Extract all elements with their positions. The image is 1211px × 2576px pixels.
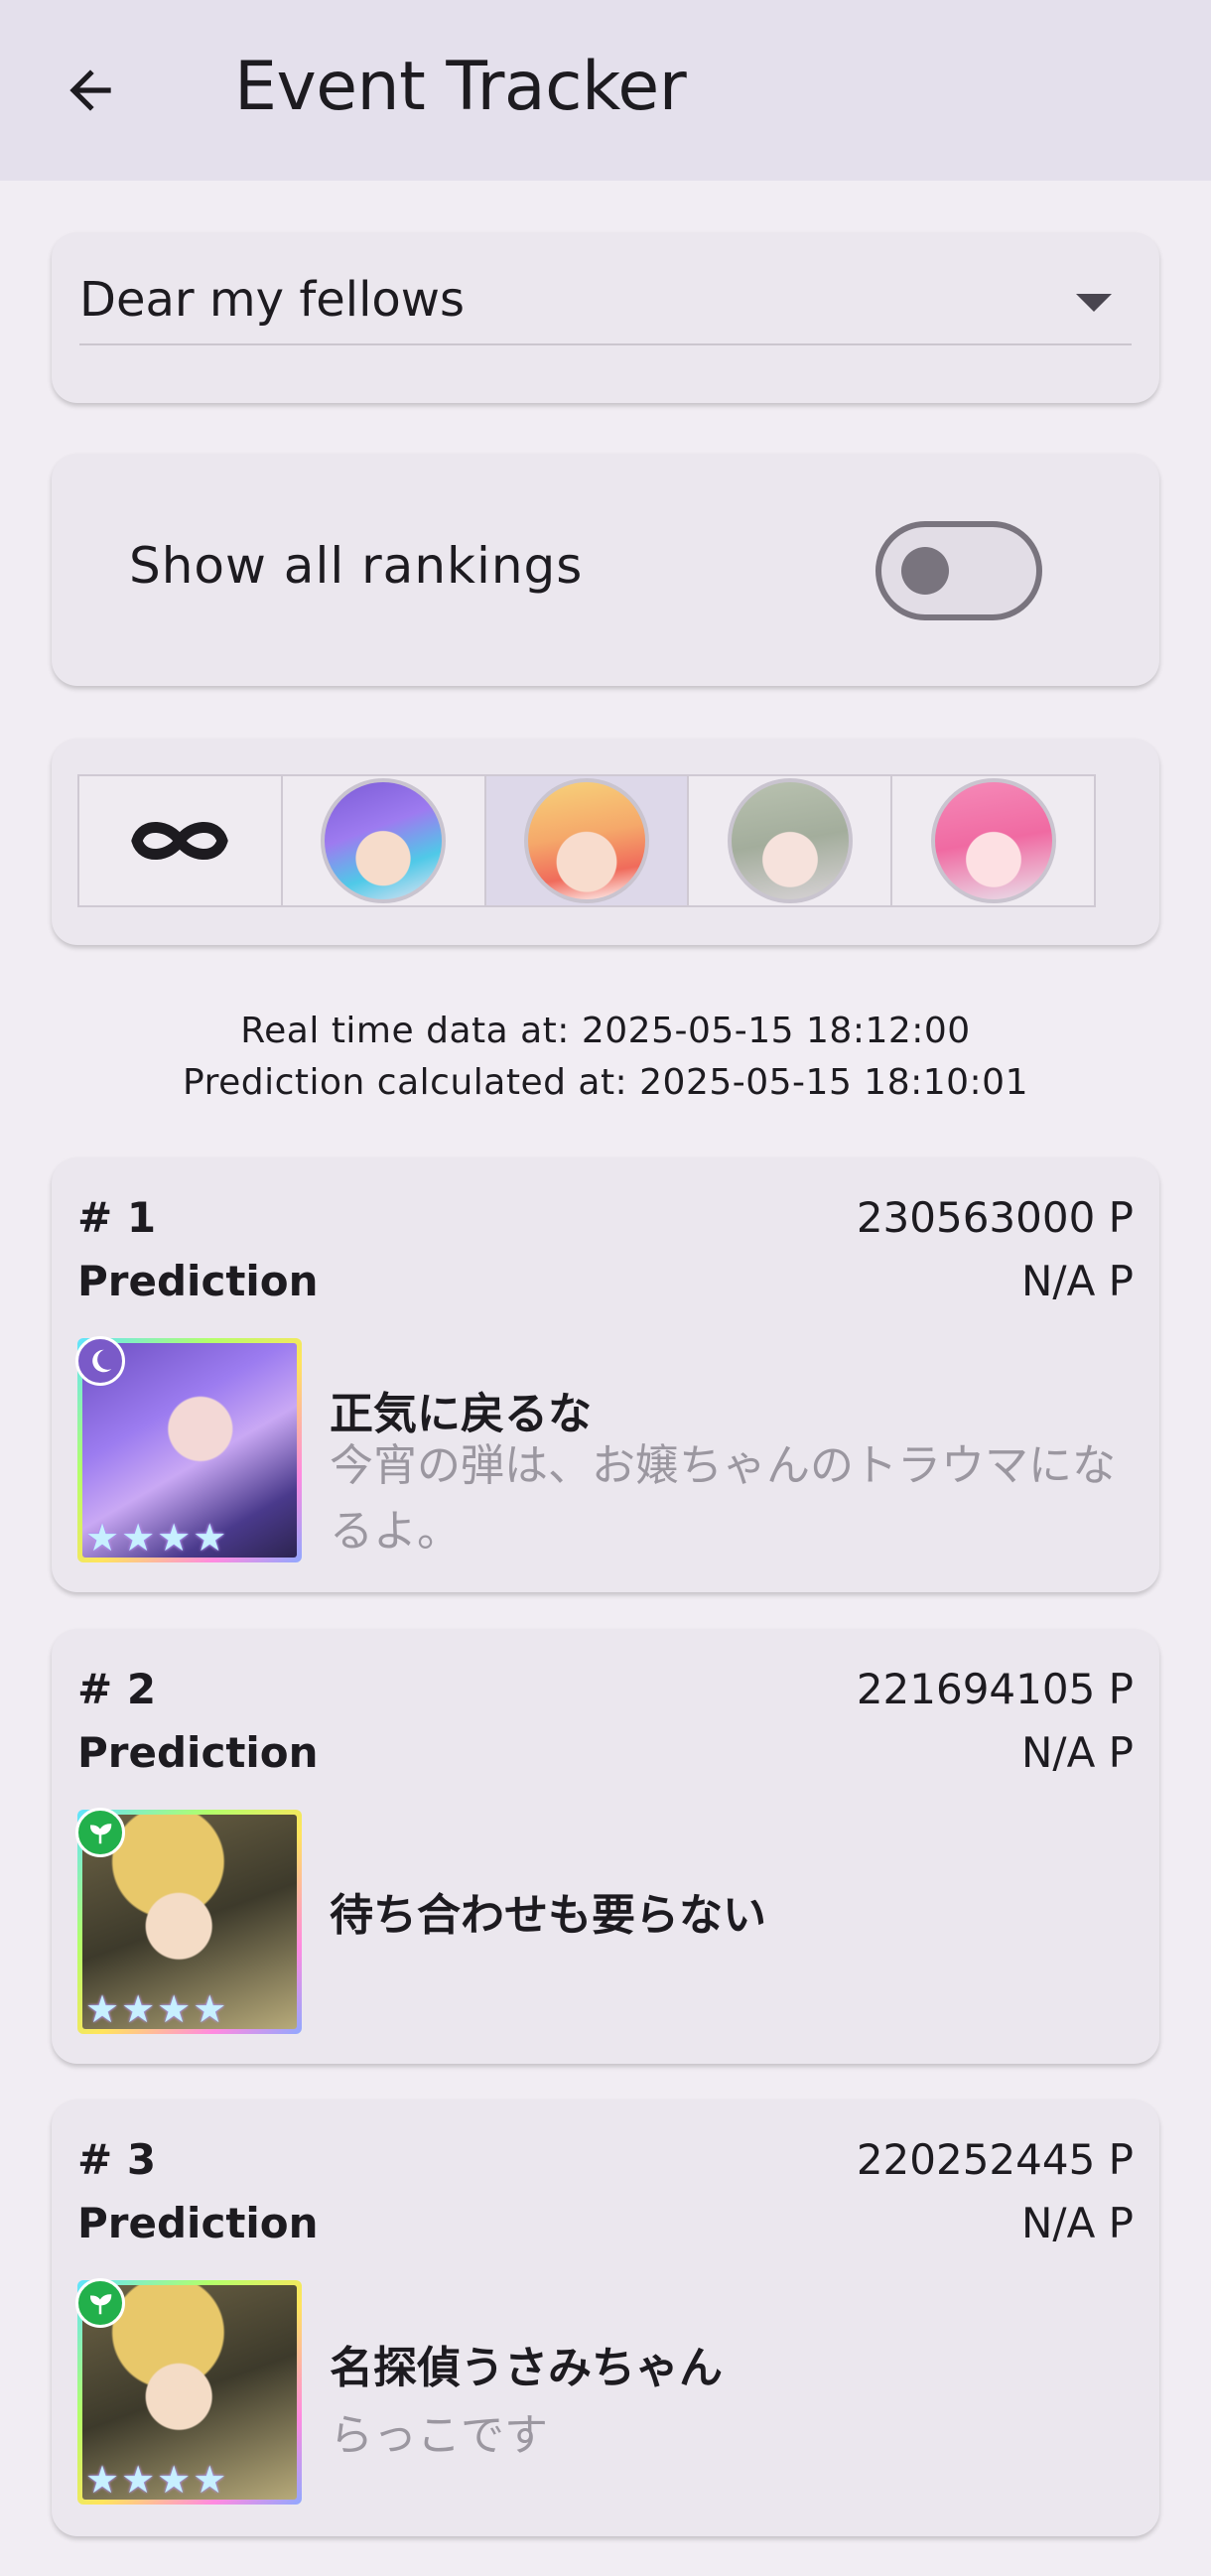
- infinity-icon: [131, 822, 229, 860]
- ranking-card[interactable]: # 3 220252445 P Prediction N/A P ★ ★ ★ ★ 名探…: [52, 2100, 1159, 2536]
- rarity-stars: ★ ★ ★ ★: [85, 1519, 226, 1557]
- star-icon: ★: [85, 1987, 120, 2031]
- card-thumbnail: ★ ★ ★ ★: [75, 1808, 302, 2034]
- ranking-card[interactable]: # 2 221694105 P Prediction N/A P ★ ★ ★ ★ 待ち…: [52, 1629, 1159, 2064]
- prediction-label: Prediction: [77, 1257, 319, 1305]
- star-icon: ★: [85, 2458, 120, 2502]
- rank-number: # 2: [77, 1665, 157, 1713]
- star-icon: ★: [121, 1516, 156, 1559]
- star-icon: ★: [193, 1987, 227, 2031]
- show-all-rankings-label: Show all rankings: [129, 537, 584, 595]
- star-icon: ★: [157, 1987, 192, 2031]
- filter-character-1[interactable]: [282, 776, 486, 905]
- prediction-value: N/A P: [1021, 2199, 1134, 2247]
- switch-knob: [901, 547, 949, 595]
- card-subtitle: 今宵の弾は、お嬢ちゃんのトラウマになるよ。: [330, 1440, 1116, 1557]
- rarity-stars: ★ ★ ★ ★: [85, 2461, 226, 2499]
- prediction-value: N/A P: [1021, 1728, 1134, 1777]
- ranking-card[interactable]: # 1 230563000 P Prediction N/A P ★ ★ ★ ★ 正気…: [52, 1157, 1159, 1592]
- filter-character-4[interactable]: [892, 776, 1094, 905]
- filter-character-3[interactable]: [689, 776, 893, 905]
- character-filter: [77, 774, 1096, 907]
- prediction-label: Prediction: [77, 2199, 319, 2247]
- rarity-stars: ★ ★ ★ ★: [85, 1990, 226, 2028]
- star-icon: ★: [193, 1516, 227, 1559]
- character-filter-card: [52, 739, 1159, 945]
- star-icon: ★: [157, 1516, 192, 1559]
- show-all-rankings-switch[interactable]: [875, 521, 1042, 620]
- prediction-label: Prediction: [77, 1728, 319, 1777]
- filter-all[interactable]: [79, 776, 283, 905]
- rank-number: # 1: [77, 1193, 157, 1242]
- prediction-timestamp: Prediction calculated at: 2025-05-15 18:…: [183, 1062, 1028, 1103]
- filter-character-2[interactable]: [485, 776, 690, 905]
- character-avatar-silver: [727, 778, 853, 903]
- character-avatar-blonde: [523, 778, 649, 903]
- pure-attribute-icon: [75, 1808, 125, 1857]
- event-select-card: Dear my fellows: [52, 232, 1159, 403]
- event-select[interactable]: Dear my fellows: [79, 256, 1132, 345]
- star-icon: ★: [121, 2458, 156, 2502]
- card-title: 待ち合わせも要らない: [330, 1890, 766, 1941]
- realtime-timestamp: Real time data at: 2025-05-15 18:12:00: [240, 1011, 971, 1051]
- night-attribute-icon: [75, 1336, 125, 1386]
- rank-points: 230563000 P: [856, 1193, 1134, 1242]
- card-title: 正気に戻るな: [330, 1389, 592, 1439]
- card-title: 名探偵うさみちゃん: [330, 2343, 723, 2393]
- rank-points: 221694105 P: [856, 1665, 1134, 1713]
- rank-points: 220252445 P: [856, 2135, 1134, 2184]
- star-icon: ★: [121, 1987, 156, 2031]
- arrow-back-icon: [69, 69, 111, 111]
- pure-attribute-icon: [75, 2278, 125, 2328]
- star-icon: ★: [157, 2458, 192, 2502]
- app-bar: Event Tracker: [0, 0, 1211, 181]
- character-avatar-pink: [930, 778, 1056, 903]
- dropdown-arrow-icon: [1076, 294, 1112, 312]
- back-button[interactable]: [50, 50, 131, 131]
- rank-number: # 3: [77, 2135, 157, 2184]
- star-icon: ★: [85, 1516, 120, 1559]
- prediction-value: N/A P: [1021, 1257, 1134, 1305]
- card-thumbnail: ★ ★ ★ ★: [75, 2278, 302, 2505]
- event-select-value: Dear my fellows: [79, 272, 466, 328]
- show-all-rankings-card: Show all rankings: [52, 454, 1159, 686]
- card-subtitle: らっこです: [330, 2410, 548, 2461]
- card-thumbnail: ★ ★ ★ ★: [75, 1336, 302, 1562]
- star-icon: ★: [193, 2458, 227, 2502]
- page-title: Event Tracker: [234, 48, 687, 126]
- character-avatar-purple: [321, 778, 447, 903]
